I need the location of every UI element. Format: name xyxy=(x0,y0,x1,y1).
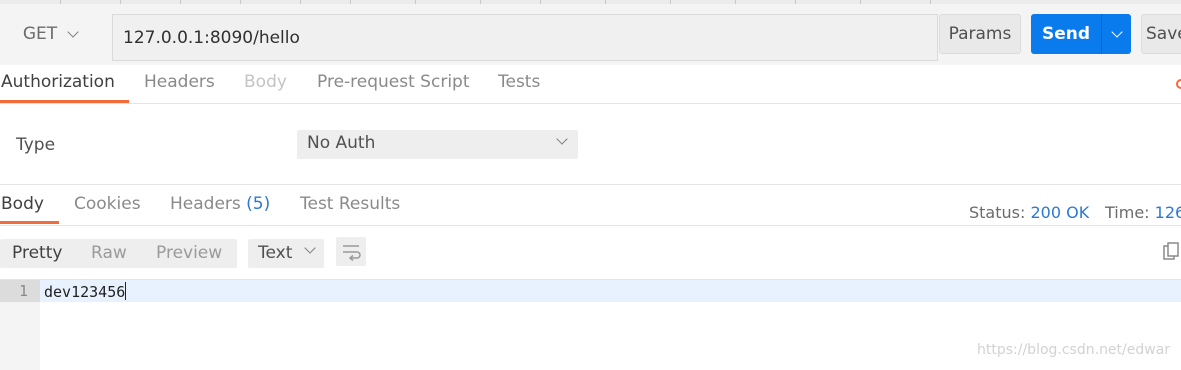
save-button[interactable]: Save xyxy=(1141,14,1181,54)
chevron-down-icon xyxy=(1110,25,1123,38)
view-mode-group: Pretty Raw Preview xyxy=(0,239,237,268)
url-input[interactable]: 127.0.0.1:8090/hello xyxy=(112,14,938,61)
method-label: GET xyxy=(22,24,58,44)
auth-type-label: Type xyxy=(16,135,56,155)
settings-dot-icon[interactable] xyxy=(1176,79,1181,89)
auth-type-value: No Auth xyxy=(307,133,376,153)
active-tab-underline xyxy=(0,221,59,224)
tab-tests[interactable]: Tests xyxy=(498,72,540,92)
wrap-lines-button[interactable] xyxy=(336,237,366,266)
time-label: Time: xyxy=(1105,203,1150,222)
tab-cookies[interactable]: Cookies xyxy=(74,194,141,214)
tab-headers[interactable]: Headers xyxy=(144,72,215,92)
status-label: Status: xyxy=(969,203,1026,222)
line-number-gutter: 1 xyxy=(0,280,40,370)
tab-body[interactable]: Body xyxy=(244,72,287,92)
request-bar: GET 127.0.0.1:8090/hello Params Send Sav… xyxy=(0,4,1181,65)
code-text: dev123456 xyxy=(44,283,126,301)
params-button[interactable]: Params xyxy=(939,14,1021,54)
view-raw[interactable]: Raw xyxy=(91,243,127,263)
format-value: Text xyxy=(258,243,293,263)
text-cursor xyxy=(125,282,127,300)
response-status: Status: 200 OK xyxy=(969,203,1089,222)
status-value: 200 OK xyxy=(1030,203,1090,222)
tab-label: Headers xyxy=(170,194,241,214)
tab-pre-request-script[interactable]: Pre-request Script xyxy=(317,72,470,92)
tab-response-headers[interactable]: Headers (5) xyxy=(170,194,270,214)
current-line-highlight xyxy=(0,280,1181,302)
copy-icon[interactable] xyxy=(1163,242,1181,260)
tab-test-results[interactable]: Test Results xyxy=(300,194,400,214)
watermark: https://blog.csdn.net/edwar xyxy=(977,342,1171,358)
response-tabs: Body Cookies Headers (5) Test Results St… xyxy=(0,185,1181,226)
response-time: Time: 126 xyxy=(1105,203,1181,222)
tab-authorization[interactable]: Authorization xyxy=(1,72,115,92)
chevron-down-icon xyxy=(556,133,568,145)
format-select[interactable]: Text xyxy=(248,239,324,268)
chevron-down-icon xyxy=(304,242,316,254)
view-pretty[interactable]: Pretty xyxy=(12,243,62,263)
auth-type-select[interactable]: No Auth xyxy=(297,130,578,159)
wrap-lines-icon xyxy=(343,245,361,262)
chevron-down-icon xyxy=(67,25,79,38)
response-toolbar: Pretty Raw Preview Text xyxy=(0,226,1181,280)
send-options-button[interactable] xyxy=(1101,14,1131,54)
method-select[interactable]: GET xyxy=(0,14,100,54)
header-count-badge: (5) xyxy=(246,194,271,214)
time-value: 126 xyxy=(1154,203,1181,222)
send-button[interactable]: Send xyxy=(1031,14,1101,54)
response-body-line[interactable]: dev123456 xyxy=(44,282,127,301)
active-tab-underline xyxy=(0,100,129,103)
request-tabs: Authorization Headers Body Pre-request S… xyxy=(0,65,1181,104)
line-number: 1 xyxy=(18,282,28,300)
postman-window: GET 127.0.0.1:8090/hello Params Send Sav… xyxy=(0,0,1181,370)
tab-response-body[interactable]: Body xyxy=(1,194,44,214)
view-preview[interactable]: Preview xyxy=(156,243,222,263)
